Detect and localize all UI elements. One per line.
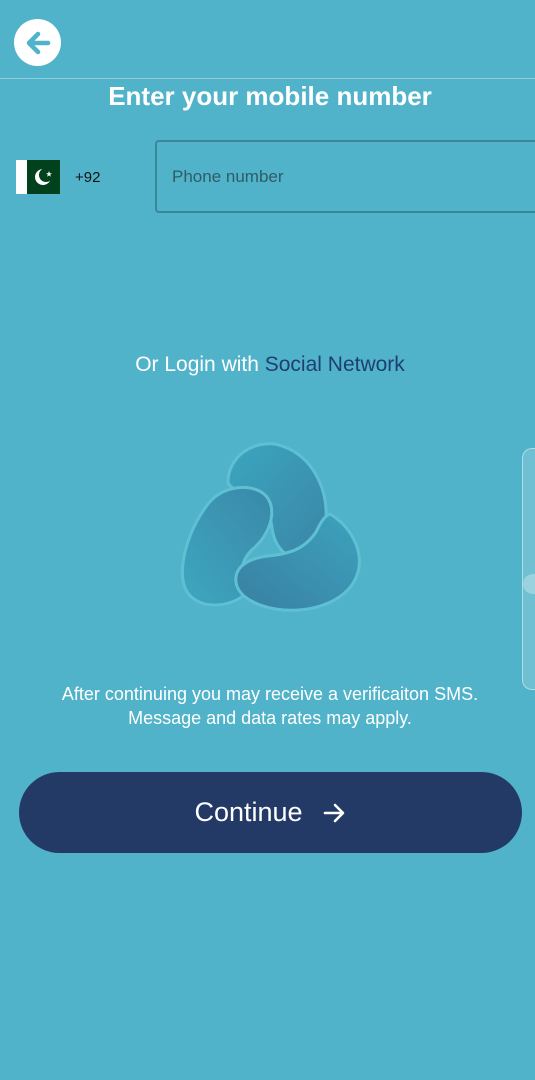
- social-login-prefix: Or Login with: [135, 353, 265, 376]
- sms-notice-line-1: After continuing you may receive a verif…: [61, 684, 479, 704]
- social-login-line: Or Login with Social Network: [0, 350, 535, 380]
- social-network-link[interactable]: Social Network: [265, 353, 405, 376]
- app-logo-icon: [181, 442, 361, 612]
- continue-button[interactable]: Continue: [19, 772, 522, 853]
- page-title: Enter your mobile number: [108, 81, 432, 111]
- arrow-right-icon: [321, 800, 347, 826]
- sms-notice: After continuing you may receive a verif…: [0, 682, 535, 730]
- side-panel-handle[interactable]: [522, 448, 535, 690]
- top-bar: [0, 0, 535, 79]
- continue-label: Continue: [194, 797, 303, 827]
- back-arrow-icon: [26, 31, 50, 54]
- dial-code: +92: [75, 168, 101, 186]
- sms-notice-line-2: Message and data rates may apply.: [128, 708, 412, 728]
- back-button[interactable]: [14, 19, 61, 66]
- country-picker[interactable]: +92: [16, 158, 136, 196]
- phone-number-input[interactable]: [155, 140, 535, 213]
- pakistan-flag-icon: [16, 160, 60, 194]
